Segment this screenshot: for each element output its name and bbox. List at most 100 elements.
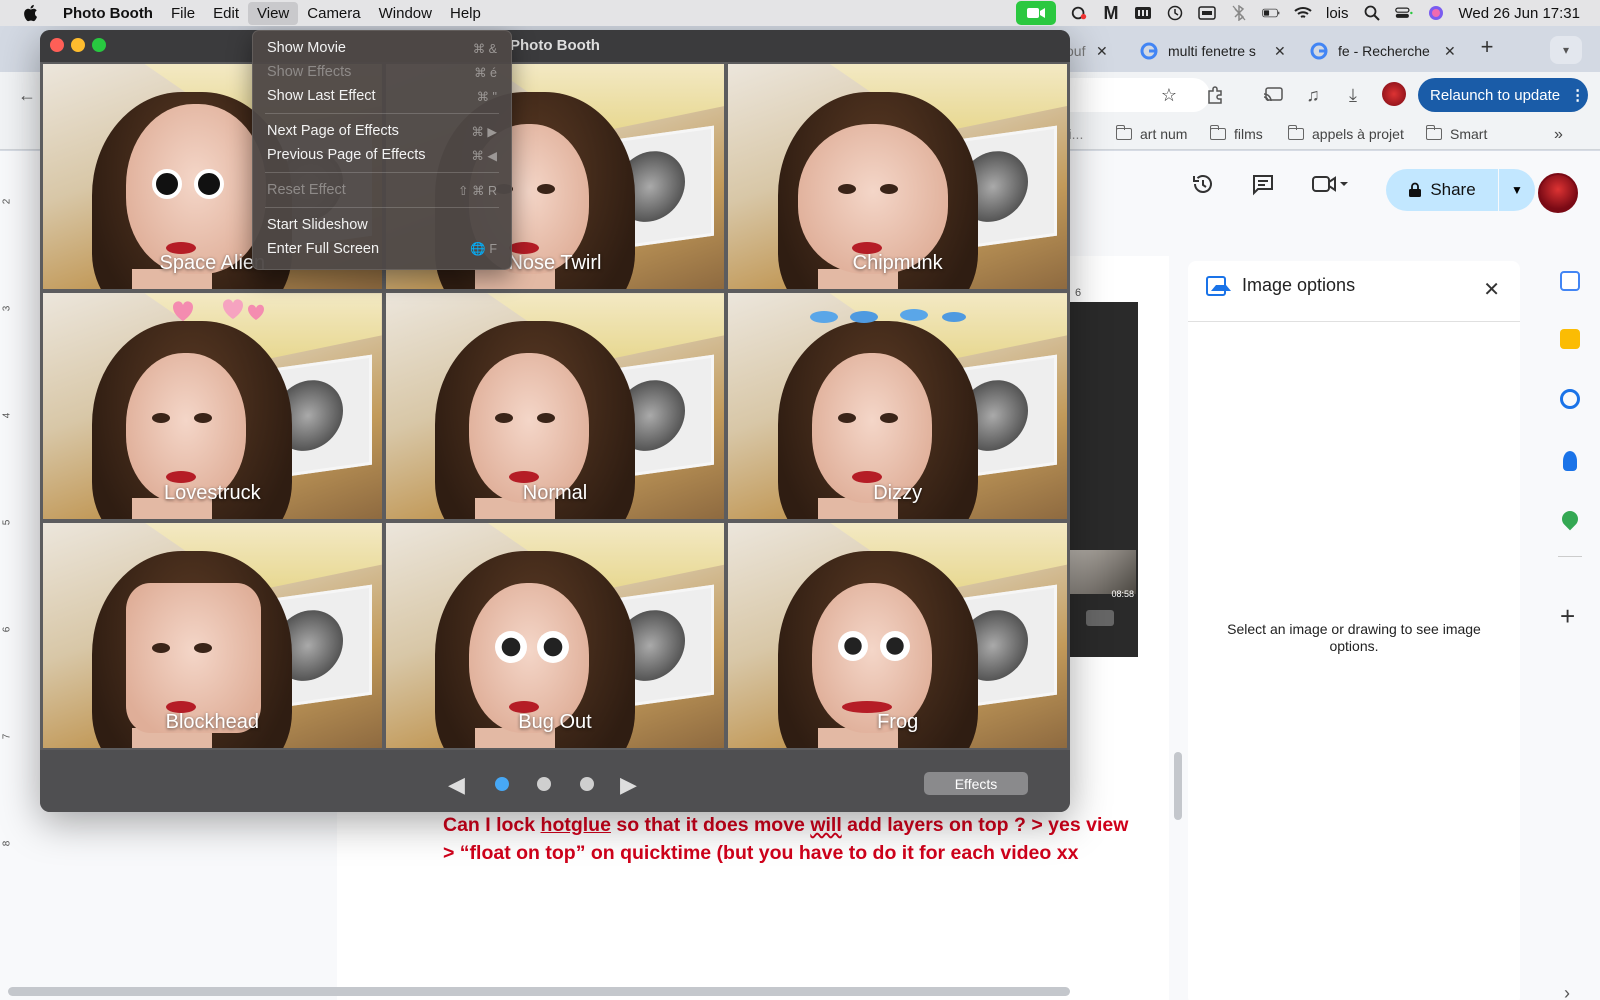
wifi-icon[interactable] [1294, 5, 1312, 21]
right-eye [536, 184, 555, 194]
add-addon-plus-icon[interactable]: + [1560, 601, 1575, 632]
divider [1558, 556, 1582, 557]
keep-icon[interactable] [1560, 329, 1580, 349]
siri-icon[interactable] [1427, 5, 1445, 21]
chrome-tab-multi-fenetre[interactable]: multi fenetre s ✕ [1140, 34, 1286, 68]
share-dropdown-chevron-icon[interactable]: ▼ [1499, 169, 1535, 211]
chrome-tab-recherche[interactable]: fe - Recherche ✕ [1310, 34, 1456, 68]
bookmark-folder-smart[interactable]: Smart [1425, 125, 1487, 142]
media-control-icon[interactable]: ♫ [1302, 84, 1324, 106]
menu-item-label: Start Slideshow [267, 217, 368, 233]
photo-booth-titlebar[interactable]: Photo Booth [40, 30, 1070, 62]
close-tab-icon[interactable]: ✕ [1274, 43, 1286, 60]
maps-icon[interactable] [1558, 507, 1582, 531]
effect-tile-blockhead[interactable]: Blockhead [43, 522, 382, 748]
quicktime-partial-window[interactable]: 08:58 [1068, 302, 1138, 657]
tasks-icon[interactable] [1560, 389, 1580, 409]
ruler-number: 8 [1, 840, 13, 847]
menu-help[interactable]: Help [441, 2, 490, 25]
camera-icon[interactable] [1086, 610, 1114, 626]
menu-item-show-last-effect[interactable]: Show Last Effect ⌘ " [253, 84, 511, 108]
control-center-icon[interactable] [1394, 5, 1413, 21]
hearts-overlay [173, 299, 264, 322]
creative-cloud-icon[interactable] [1070, 5, 1088, 21]
input-menu-icon[interactable] [1198, 5, 1216, 21]
previous-page-arrow-icon[interactable]: ◀ [448, 772, 465, 798]
effect-tile-frog[interactable]: Frog [728, 522, 1067, 748]
right-eye [536, 630, 569, 663]
menu-item-enter-full-screen[interactable]: Enter Full Screen 🌐 F [253, 237, 511, 261]
download-icon[interactable]: ⤓ [1342, 84, 1364, 106]
battery-icon[interactable] [1262, 5, 1280, 21]
image-options-title: Image options [1242, 275, 1356, 295]
bookmarks-overflow-icon[interactable]: » [1554, 126, 1563, 144]
calendar-icon[interactable] [1560, 271, 1580, 291]
page-dot-3[interactable] [580, 777, 594, 791]
close-tab-icon[interactable]: ✕ [1444, 43, 1456, 60]
share-button[interactable]: Share [1386, 169, 1498, 211]
page-dot-1[interactable] [495, 777, 509, 791]
menu-item-show-movie[interactable]: Show Movie ⌘ & [253, 36, 511, 60]
docs-header-toolbar [1190, 171, 1350, 197]
page-dot-2[interactable] [537, 777, 551, 791]
effect-tile-dizzy[interactable]: Dizzy [728, 293, 1067, 519]
ruler-number: 3 [1, 305, 13, 312]
apple-logo-icon[interactable] [22, 4, 40, 22]
effects-button[interactable]: Effects [924, 772, 1028, 795]
bookmark-folder-films[interactable]: films [1209, 125, 1263, 142]
left-eye [494, 630, 527, 663]
tab-search-chevron-icon[interactable]: ▾ [1550, 36, 1582, 64]
gmail-icon[interactable]: M [1102, 3, 1120, 23]
facetime-camera-icon[interactable] [1016, 1, 1056, 25]
effect-tile-chipmunk[interactable]: Chipmunk [728, 64, 1067, 290]
chrome-tab-partial[interactable]: ouf ✕ [1066, 34, 1108, 68]
bluetooth-off-icon[interactable] [1230, 5, 1248, 21]
document-comment-text[interactable]: Can I lock hotglue so that it does move … [443, 812, 1133, 867]
ruler-number: 4 [1, 412, 13, 419]
comments-icon[interactable] [1250, 171, 1276, 197]
relaunch-to-update-button[interactable]: Relaunch to update ⋮ [1418, 78, 1588, 112]
menu-item-show-effects: Show Effects ⌘ é [253, 60, 511, 84]
profile-avatar-icon[interactable] [1382, 82, 1406, 106]
menu-file[interactable]: File [162, 2, 204, 25]
menu-window[interactable]: Window [370, 2, 441, 25]
close-icon[interactable]: ✕ [1483, 277, 1500, 302]
horizontal-scrollbar[interactable] [8, 987, 1070, 996]
expand-panel-chevron-icon[interactable]: › [1564, 983, 1570, 1000]
back-arrow-icon[interactable]: ← [16, 84, 38, 106]
keyboard-icon[interactable] [1134, 5, 1152, 21]
menu-app-photo-booth[interactable]: Photo Booth [54, 2, 162, 25]
menu-edit[interactable]: Edit [204, 2, 248, 25]
spotlight-search-icon[interactable] [1363, 5, 1381, 21]
vertical-scrollbar[interactable] [1174, 752, 1182, 820]
menubar-username[interactable]: lois [1326, 5, 1349, 22]
extensions-puzzle-icon[interactable] [1204, 84, 1226, 106]
next-page-arrow-icon[interactable]: ▶ [620, 772, 637, 798]
effect-tile-normal[interactable]: Normal [385, 293, 725, 519]
bookmark-folder-art-num[interactable]: art num [1115, 125, 1187, 142]
image-options-empty-message: Select an image or drawing to see image … [1227, 621, 1481, 654]
bookmark-star-icon[interactable]: ☆ [1158, 84, 1180, 106]
account-avatar[interactable] [1538, 173, 1578, 213]
menubar-clock[interactable]: Wed 26 Jun 17:31 [1459, 5, 1580, 22]
contacts-icon[interactable] [1563, 451, 1577, 471]
new-tab-plus-icon[interactable]: + [1476, 34, 1498, 59]
image-options-header: Image options [1206, 275, 1355, 296]
menu-separator [265, 172, 499, 173]
menu-view[interactable]: View [248, 1, 299, 25]
more-vert-icon[interactable]: ⋮ [1570, 86, 1585, 104]
window-title: Photo Booth [510, 37, 600, 54]
menu-item-start-slideshow[interactable]: Start Slideshow [253, 213, 511, 237]
menu-camera[interactable]: Camera [298, 2, 369, 25]
menu-item-reset-effect: Reset Effect ⇧ ⌘ R [253, 178, 511, 202]
cast-icon[interactable] [1262, 84, 1284, 106]
version-history-icon[interactable] [1190, 171, 1216, 197]
time-machine-icon[interactable] [1166, 5, 1184, 21]
menu-item-next-page-of-effects[interactable]: Next Page of Effects ⌘ ▶ [253, 119, 511, 143]
effect-tile-lovestruck[interactable]: Lovestruck [43, 293, 382, 519]
meet-video-icon[interactable] [1310, 171, 1350, 197]
menu-item-previous-page-of-effects[interactable]: Previous Page of Effects ⌘ ◀ [253, 143, 511, 167]
effect-tile-bug-out[interactable]: Bug Out [385, 522, 725, 748]
close-tab-icon[interactable]: ✕ [1096, 43, 1108, 60]
bookmark-folder-appels[interactable]: appels à projet [1287, 125, 1404, 142]
